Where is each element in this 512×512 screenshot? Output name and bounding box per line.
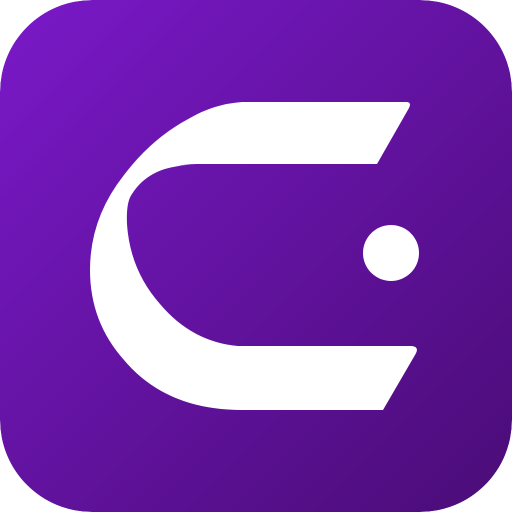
dot-icon <box>363 225 419 281</box>
app-icon-canvas <box>0 0 512 512</box>
icon-background <box>0 0 512 512</box>
app-logo-svg <box>0 0 512 512</box>
app-logo-icon <box>0 0 512 512</box>
